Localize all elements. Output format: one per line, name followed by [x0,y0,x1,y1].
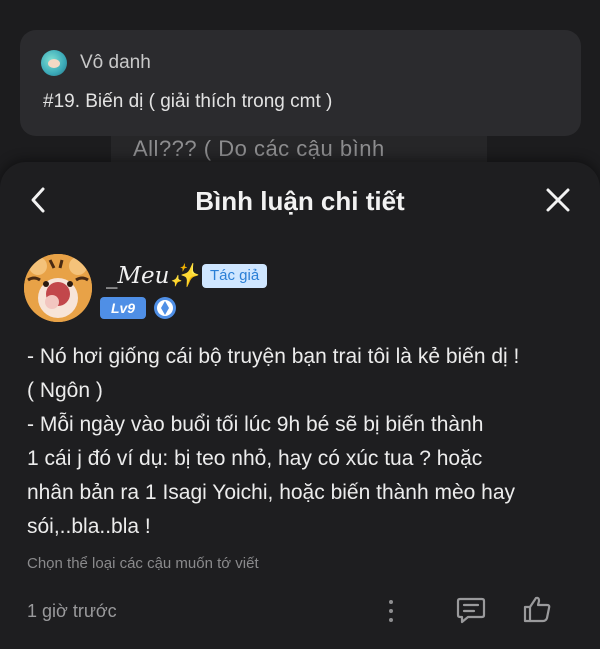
background-post-peek-text: All??? ( Do các cậu bình [133,136,385,161]
close-icon [546,188,570,212]
app-screen: Vô danh #19. Biến dị ( giải thích trong … [0,0,600,649]
comment-line: - Nó hơi giống cái bộ truyện bạn trai tô… [27,345,520,368]
background-post-title: #19. Biến dị ( giải thích trong cmt ) [43,91,333,112]
commenter-username[interactable]: _Meu✨ [106,262,198,289]
comment-detail-sheet: Bình luận chi tiết _Meu✨ Tác giả Lv9 - N… [0,162,600,649]
comment-body: - Nó hơi giống cái bộ truyện bạn trai tô… [27,340,587,544]
thumbs-up-icon [523,596,551,623]
more-dot [389,618,393,622]
commenter-avatar[interactable] [24,254,92,322]
comment-icon [456,597,486,624]
more-dot [389,600,393,604]
category-prompt-link[interactable]: Chọn thể loại các cậu muốn tớ viết [27,555,259,572]
reply-button[interactable] [456,596,486,624]
author-badge: Tác giả [202,264,268,288]
comment-line: sói,..bla..bla ! [27,515,151,538]
comment-line: 1 cái j đó ví dụ: bị teo nhỏ, hay có xúc… [27,447,483,470]
level-badge: Lv9 [100,297,146,319]
comment-line: - Mỗi ngày vào buổi tối lúc 9h bé sẽ bị … [27,413,484,436]
background-post-avatar [41,50,67,76]
tiger-avatar-icon [24,254,92,322]
comment-line: ( Ngôn ) [27,379,103,402]
comment-line: nhân bản ra 1 Isagi Yoichi, hoặc biến th… [27,481,516,504]
background-post-card[interactable] [20,30,581,136]
like-button[interactable] [522,594,552,624]
comment-timestamp: 1 giờ trước [27,601,117,621]
close-button[interactable] [542,184,574,216]
background-post-author: Vô danh [80,52,151,73]
rank-diamond-icon [153,296,177,320]
sheet-title: Bình luận chi tiết [195,186,405,216]
more-dot [389,609,393,613]
more-options-button[interactable] [382,597,400,625]
